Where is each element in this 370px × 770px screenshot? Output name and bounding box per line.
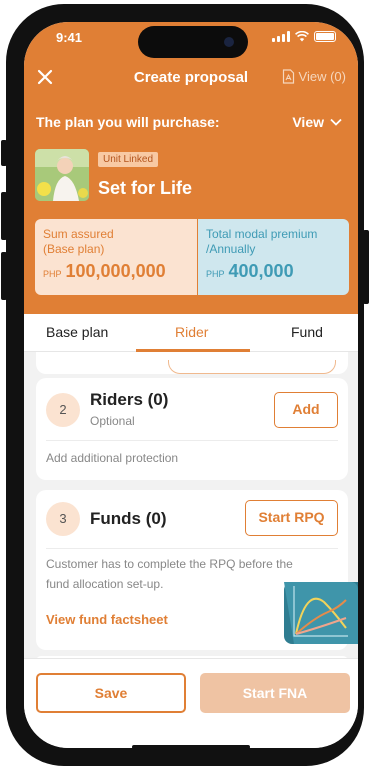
plan-thumbnail	[35, 149, 89, 201]
plan-view-dropdown[interactable]: View	[292, 114, 342, 130]
home-indicator	[132, 745, 250, 748]
funds-title: Funds (0)	[90, 509, 167, 528]
premium-label: Total modal premium	[206, 227, 318, 241]
base-plan-button-edge[interactable]	[168, 360, 336, 374]
pdf-icon	[282, 69, 294, 84]
battery-icon	[314, 31, 336, 42]
premium-currency: PHP	[206, 269, 225, 279]
tab-rider[interactable]: Rider	[175, 324, 208, 340]
status-time: 9:41	[56, 30, 83, 45]
view-pdf-button[interactable]: View (0)	[282, 69, 346, 84]
status-icons	[272, 31, 336, 42]
start-fna-button[interactable]: Start FNA	[200, 673, 350, 713]
start-rpq-button[interactable]: Start RPQ	[245, 500, 338, 536]
riders-title: Riders (0)	[90, 390, 169, 409]
plan-section-label: The plan you will purchase:	[36, 114, 220, 130]
funds-step-number: 3	[46, 502, 80, 536]
premium-sublabel: /Annually	[206, 242, 256, 256]
dynamic-island	[138, 26, 248, 58]
premium-amount: 400,000	[228, 261, 294, 281]
plan-name: Set for Life	[98, 178, 193, 198]
riders-divider	[46, 440, 338, 441]
funds-divider	[46, 548, 338, 549]
nav-bar: Create proposal View (0)	[24, 64, 358, 92]
add-rider-button[interactable]: Add	[274, 392, 338, 428]
riders-step-number: 2	[46, 393, 80, 427]
sum-assured-currency: PHP	[43, 269, 62, 279]
wifi-icon	[295, 31, 309, 42]
plan-type-badge: Unit Linked	[98, 152, 159, 167]
active-tab-indicator	[136, 349, 250, 352]
footer-bar: Save Start FNA	[24, 658, 358, 748]
sum-assured-box: Sum assured (Base plan) PHP 100,000,000	[35, 219, 197, 295]
camera-icon	[224, 37, 234, 47]
tab-base-plan[interactable]: Base plan	[46, 324, 108, 340]
riders-description: Add additional protection	[46, 451, 179, 465]
fund-chart-button[interactable]	[284, 582, 358, 644]
app-screen: 9:41 Create proposal View (0) The plan y…	[24, 22, 358, 748]
line-chart-icon	[284, 582, 358, 644]
plan-view-label: View	[292, 114, 324, 130]
funds-description-line1: Customer has to complete the RPQ before …	[46, 557, 293, 571]
riders-subtitle: Optional	[90, 414, 135, 428]
sum-assured-amount: 100,000,000	[65, 261, 166, 281]
chevron-down-icon	[330, 118, 342, 126]
tab-bar: Base plan Rider Fund	[24, 314, 358, 352]
view-fund-factsheet-link[interactable]: View fund factsheet	[46, 612, 168, 627]
phone-frame: 9:41 Create proposal View (0) The plan y…	[6, 4, 364, 766]
sum-assured-sublabel: (Base plan)	[43, 242, 105, 256]
signal-icon	[272, 31, 290, 42]
view-pdf-label: View (0)	[298, 69, 346, 84]
riders-card: 2 Riders (0) Optional Add Add additional…	[36, 378, 348, 480]
tab-fund[interactable]: Fund	[291, 324, 323, 340]
sum-assured-label: Sum assured	[43, 227, 114, 241]
premium-box: Total modal premium /Annually PHP 400,00…	[198, 219, 349, 295]
save-button[interactable]: Save	[36, 673, 186, 713]
status-bar: 9:41	[24, 22, 358, 62]
